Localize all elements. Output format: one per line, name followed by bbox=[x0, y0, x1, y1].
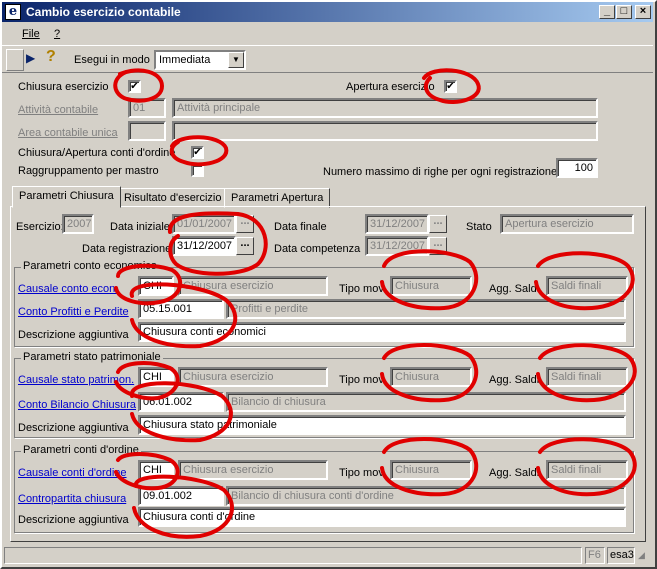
status-bar: F6 esa3 ◢ bbox=[2, 546, 653, 565]
menu-help[interactable]: ? bbox=[54, 28, 60, 40]
agg-saldi-label-2: Agg. Saldi bbox=[489, 374, 540, 386]
conto-profitti-perdite-code[interactable]: 05.15.001 bbox=[138, 299, 224, 319]
tipo-mov-field-2[interactable]: Chiusura bbox=[390, 367, 472, 387]
tab-parametri-apertura[interactable]: Parametri Apertura bbox=[224, 188, 331, 208]
conti-ordine-checkbox[interactable]: ✔ bbox=[191, 146, 204, 159]
attivita-code-field[interactable]: 01 bbox=[128, 98, 166, 118]
group-conti-ordine-title: Parametri conti d'ordine bbox=[21, 444, 141, 456]
data-iniziale-label: Data iniziale bbox=[110, 221, 170, 233]
chiusura-esercizio-label: Chiusura esercizio bbox=[18, 81, 109, 93]
data-competenza-field[interactable]: 31/12/2007 bbox=[365, 236, 429, 256]
tipo-mov-field-3[interactable]: Chiusura bbox=[390, 460, 472, 480]
descrizione-aggiuntiva-label-2: Descrizione aggiuntiva bbox=[18, 422, 129, 434]
conto-bilancio-chiusura-link[interactable]: Conto Bilancio Chiusura bbox=[18, 399, 136, 411]
data-competenza-picker-button[interactable]: ... bbox=[429, 237, 447, 255]
agg-saldi-label-1: Agg. Saldi bbox=[489, 283, 540, 295]
menu-bar: File ? bbox=[2, 24, 653, 44]
conto-bilancio-chiusura-code[interactable]: 06.01.002 bbox=[138, 392, 224, 412]
causale-conti-ordine-link[interactable]: Causale conti d'ordine bbox=[18, 467, 127, 479]
contropartita-chiusura-code[interactable]: 09.01.002 bbox=[138, 486, 224, 506]
data-iniziale-field[interactable]: 01/01/2007 bbox=[172, 214, 236, 234]
data-finale-label: Data finale bbox=[274, 221, 327, 233]
descrizione-aggiuntiva-label-3: Descrizione aggiuntiva bbox=[18, 514, 129, 526]
status-key-panel: F6 bbox=[585, 547, 605, 564]
play-icon[interactable]: ▶ bbox=[26, 51, 42, 69]
apertura-esercizio-checkbox[interactable]: ✔ bbox=[444, 80, 457, 93]
conto-profitti-perdite-link[interactable]: Conto Profitti e Perdite bbox=[18, 306, 129, 318]
data-iniziale-picker-button[interactable]: ... bbox=[236, 215, 254, 233]
esercizio-label: Esercizio: bbox=[16, 221, 64, 233]
tipo-mov-label-3: Tipo mov. bbox=[339, 467, 387, 479]
maximize-button[interactable]: □ bbox=[616, 5, 632, 19]
conto-bilancio-chiusura-desc[interactable]: Bilancio di chiusura bbox=[226, 392, 626, 412]
causale-conto-econ-desc[interactable]: Chiusura esercizio bbox=[178, 276, 328, 296]
menu-file[interactable]: File bbox=[22, 28, 40, 40]
max-righe-field[interactable]: 100 bbox=[556, 158, 598, 178]
attivita-desc-field[interactable]: Attività principale bbox=[172, 98, 598, 118]
close-button[interactable]: × bbox=[635, 5, 651, 19]
run-mode-value: Immediata bbox=[159, 54, 211, 66]
status-message-panel bbox=[4, 547, 582, 564]
area-code-field[interactable] bbox=[128, 121, 166, 141]
descrizione-aggiuntiva-label-1: Descrizione aggiuntiva bbox=[18, 329, 129, 341]
toolbar: ▶ ? Esegui in modo Immediata ▼ bbox=[2, 45, 653, 73]
tab-risultato-esercizio[interactable]: Risultato d'esercizio bbox=[117, 188, 229, 208]
agg-saldi-label-3: Agg. Saldi bbox=[489, 467, 540, 479]
window-title: Cambio esercizio contabile bbox=[26, 5, 181, 19]
minimize-button[interactable]: _ bbox=[599, 5, 615, 19]
run-mode-select[interactable]: Immediata ▼ bbox=[154, 50, 246, 70]
data-competenza-label: Data competenza bbox=[274, 243, 361, 255]
conto-profitti-perdite-desc[interactable]: Profitti e perdite bbox=[226, 299, 626, 319]
causale-conti-ordine-code[interactable]: CHI bbox=[138, 460, 174, 480]
causale-stato-patrimon-link[interactable]: Causale stato patrimon. bbox=[18, 374, 134, 386]
group-stato-patrimoniale-title: Parametri stato patrimoniale bbox=[21, 351, 163, 363]
contropartita-chiusura-link[interactable]: Contropartita chiusura bbox=[18, 493, 126, 505]
chevron-down-icon[interactable]: ▼ bbox=[228, 52, 244, 68]
app-icon: e bbox=[5, 4, 21, 20]
agg-saldi-field-1[interactable]: Saldi finali bbox=[546, 276, 628, 296]
data-registrazione-label: Data registrazione bbox=[82, 243, 172, 255]
area-contabile-label: Area contabile unica bbox=[18, 127, 118, 139]
title-bar[interactable]: e Cambio esercizio contabile _ □ × bbox=[2, 2, 653, 22]
tipo-mov-label-1: Tipo mov. bbox=[339, 283, 387, 295]
run-mode-label: Esegui in modo bbox=[74, 54, 150, 66]
tipo-mov-field-1[interactable]: Chiusura bbox=[390, 276, 472, 296]
descrizione-aggiuntiva-field-2[interactable]: Chiusura stato patrimoniale bbox=[138, 415, 626, 435]
tab-parametri-chiusura[interactable]: Parametri Chiusura bbox=[12, 186, 121, 208]
toolbar-grip bbox=[6, 49, 24, 71]
stato-label: Stato bbox=[466, 221, 492, 233]
status-user-panel: esa3 bbox=[607, 547, 635, 564]
causale-conto-econ-code[interactable]: CHI bbox=[138, 276, 174, 296]
attivita-contabile-label: Attività contabile bbox=[18, 104, 99, 116]
raggruppamento-label: Raggruppamento per mastro bbox=[18, 165, 159, 177]
apertura-esercizio-label: Apertura esercizio bbox=[346, 81, 435, 93]
conti-ordine-label: Chiusura/Apertura conti d'ordine bbox=[18, 147, 176, 159]
data-registrazione-picker-button[interactable]: ... bbox=[236, 237, 254, 255]
agg-saldi-field-3[interactable]: Saldi finali bbox=[546, 460, 628, 480]
causale-stato-patrimon-code[interactable]: CHI bbox=[138, 367, 174, 387]
data-finale-field[interactable]: 31/12/2007 bbox=[365, 214, 429, 234]
stato-field[interactable]: Apertura esercizio bbox=[500, 214, 634, 234]
data-registrazione-field[interactable]: 31/12/2007 bbox=[172, 236, 236, 256]
data-finale-picker-button[interactable]: ... bbox=[429, 215, 447, 233]
descrizione-aggiuntiva-field-3[interactable]: Chiusura conti d'ordine bbox=[138, 507, 626, 527]
group-conto-economico-title: Parametri conto economico bbox=[21, 260, 159, 272]
esercizio-field[interactable]: 2007 bbox=[62, 214, 94, 234]
descrizione-aggiuntiva-field-1[interactable]: Chiusura conti economici bbox=[138, 322, 626, 342]
area-desc-field[interactable] bbox=[172, 121, 598, 141]
help-pointer-icon[interactable]: ? bbox=[46, 48, 66, 70]
resize-grip-icon[interactable]: ◢ bbox=[638, 550, 651, 563]
max-righe-label: Numero massimo di righe per ogni registr… bbox=[323, 166, 558, 178]
causale-conti-ordine-desc[interactable]: Chiusura esercizio bbox=[178, 460, 328, 480]
tipo-mov-label-2: Tipo mov. bbox=[339, 374, 387, 386]
raggruppamento-checkbox[interactable] bbox=[191, 164, 204, 177]
causale-conto-econ-link[interactable]: Causale conto econ. bbox=[18, 283, 118, 295]
chiusura-esercizio-checkbox[interactable]: ✔ bbox=[128, 80, 141, 93]
causale-stato-patrimon-desc[interactable]: Chiusura esercizio bbox=[178, 367, 328, 387]
contropartita-chiusura-desc[interactable]: Bilancio di chiusura conti d'ordine bbox=[226, 486, 626, 506]
agg-saldi-field-2[interactable]: Saldi finali bbox=[546, 367, 628, 387]
